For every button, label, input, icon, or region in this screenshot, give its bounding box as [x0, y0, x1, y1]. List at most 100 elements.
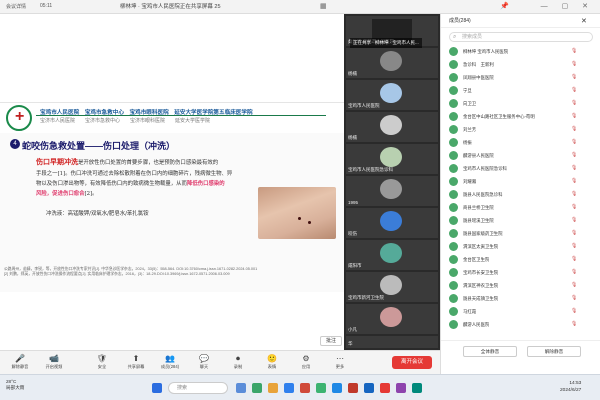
member-row[interactable]: 刘耀瀚 🎙 — [441, 176, 600, 188]
chat-button[interactable]: 💬 聊天 — [190, 353, 218, 373]
camera-icon: 📹 — [49, 354, 59, 363]
member-row[interactable]: 金台区卫生院 🎙 — [441, 254, 600, 266]
app-icon[interactable] — [316, 383, 326, 393]
member-row[interactable]: 宝鸡市人民医院急诊科 🎙 — [441, 163, 600, 175]
mic-muted-icon[interactable]: 🎙 — [571, 321, 581, 327]
member-row[interactable]: 陇县天成镇卫生院 🎙 — [441, 293, 600, 305]
video-tile[interactable]: 咸阳市 — [346, 240, 438, 270]
members-button[interactable]: 👥 成员(284) — [156, 353, 184, 373]
video-tile[interactable]: 杨楠 — [346, 48, 438, 78]
app-icon[interactable] — [252, 383, 262, 393]
start-icon[interactable] — [152, 383, 162, 393]
tab-members[interactable]: 成员(284) — [449, 17, 471, 24]
panel-footer: 全体静音 解除静音 — [441, 340, 600, 362]
windows-taskbar: 28°C 局部大雨 搜索 14:53 2024/6/27 — [0, 374, 600, 400]
apps-button[interactable]: ⚙ 应用 — [292, 353, 320, 373]
avatar — [449, 177, 458, 186]
mic-muted-icon[interactable]: 🎙 — [571, 282, 581, 288]
app-icon[interactable] — [348, 383, 358, 393]
meeting-app-icon[interactable] — [332, 383, 342, 393]
video-tile[interactable]: 咬伤 — [346, 208, 438, 238]
mic-muted-icon[interactable]: 🎙 — [571, 113, 581, 119]
close-icon[interactable]: ✕ — [581, 17, 587, 25]
member-row[interactable]: 急诊科 王新利 🎙 — [441, 59, 600, 71]
member-row[interactable]: 凤翔县中医医院 🎙 — [441, 72, 600, 84]
member-row[interactable]: 金台区中山路社区卫生服务中心-苟明 🎙 — [441, 111, 600, 123]
browser-icon[interactable] — [284, 383, 294, 393]
weather-widget[interactable]: 28°C 局部大雨 — [6, 379, 24, 391]
member-row[interactable]: 宁旦 🎙 — [441, 85, 600, 97]
leave-meeting-button[interactable]: 离开会议 — [392, 356, 432, 369]
pin-icon[interactable]: 📌 — [500, 2, 509, 10]
mic-muted-icon[interactable]: 🎙 — [571, 139, 581, 145]
video-tile[interactable]: 宝鸡市人民医院急诊科 — [346, 144, 438, 174]
mic-muted-icon[interactable]: 🎙 — [571, 191, 581, 197]
mic-muted-icon[interactable]: 🎙 — [571, 243, 581, 249]
start-video-button[interactable]: 📹 开启视频 — [40, 353, 68, 373]
word-icon[interactable] — [364, 383, 374, 393]
mic-muted-icon[interactable]: 🎙 — [571, 256, 581, 262]
more-button[interactable]: ⋯ 更多 — [326, 353, 354, 373]
bite-mark — [308, 221, 311, 224]
app-icon[interactable] — [300, 383, 310, 393]
mic-muted-icon[interactable]: 🎙 — [571, 204, 581, 210]
video-tile[interactable]: 1995 — [346, 176, 438, 206]
video-tile[interactable]: 杨楠 — [346, 112, 438, 142]
mic-muted-icon[interactable]: 🎙 — [571, 100, 581, 106]
member-row[interactable]: 陇县瑶溪卫生院 🎙 — [441, 215, 600, 227]
mic-muted-icon[interactable]: 🎙 — [571, 230, 581, 236]
member-row[interactable]: 渭滨区神农卫生院 🎙 — [441, 280, 600, 292]
mic-muted-icon[interactable]: 🎙 — [571, 48, 581, 54]
app-name[interactable]: 会议详情 — [6, 3, 26, 10]
member-row[interactable]: 马红霞 🎙 — [441, 306, 600, 318]
member-row[interactable]: 商县兰桥卫生院 🎙 — [441, 202, 600, 214]
member-row[interactable]: 陇县国家级药卫生院 🎙 — [441, 228, 600, 240]
unmute-all-button[interactable]: 解除静音 — [527, 346, 581, 357]
app-icon[interactable] — [412, 383, 422, 393]
member-row[interactable]: 刘兰芳 🎙 — [441, 124, 600, 136]
record-button[interactable]: ⏺ 录制 — [224, 353, 252, 373]
app-icon[interactable] — [236, 383, 246, 393]
member-row[interactable]: 杨振 🎙 — [441, 137, 600, 149]
video-tile[interactable]: 宝鸡市人民医院 — [346, 80, 438, 110]
member-row[interactable]: 柳林坤 宝鸡市人民医院 🎙 — [441, 46, 600, 58]
member-row[interactable]: 向卫卫 🎙 — [441, 98, 600, 110]
unmute-button[interactable]: 🎤 解除静音 — [6, 353, 34, 373]
mic-muted-icon[interactable]: 🎙 — [571, 178, 581, 184]
avatar — [449, 242, 458, 251]
mic-muted-icon[interactable]: 🎙 — [571, 269, 581, 275]
annotate-button[interactable]: 批注 — [320, 336, 342, 346]
member-row[interactable]: 渭滨区太寅卫生院 🎙 — [441, 241, 600, 253]
mic-muted-icon[interactable]: 🎙 — [571, 152, 581, 158]
mic-muted-icon[interactable]: 🎙 — [571, 87, 581, 93]
folder-icon[interactable] — [268, 383, 278, 393]
mic-muted-icon[interactable]: 🎙 — [571, 295, 581, 301]
more-icon: ⋯ — [336, 354, 344, 363]
app-icon[interactable] — [396, 383, 406, 393]
mic-muted-icon[interactable]: 🎙 — [571, 126, 581, 132]
reactions-button[interactable]: 🙂 表情 — [258, 353, 286, 373]
video-tile[interactable]: 华 — [346, 336, 438, 348]
view-icon[interactable]: ▦ — [320, 2, 327, 10]
mic-muted-icon[interactable]: 🎙 — [571, 308, 581, 314]
video-tile[interactable]: 宝鸡市新河卫生院 — [346, 272, 438, 302]
member-row[interactable]: 麟游人民医院 🎙 — [441, 319, 600, 331]
member-row[interactable]: 麟游县人民医院 🎙 — [441, 150, 600, 162]
mic-muted-icon[interactable]: 🎙 — [571, 74, 581, 80]
window-controls[interactable]: — ▢ ✕ — [541, 2, 594, 10]
video-strip[interactable]: 桑佐坤 宝鸡市人民医院 ... 杨楠 宝鸡市人民医院 杨楠 宝鸡市人民医院急诊科… — [344, 14, 440, 350]
system-clock[interactable]: 14:53 2024/6/27 — [560, 380, 581, 394]
member-row[interactable]: 宝鸡市长安卫生院 🎙 — [441, 267, 600, 279]
security-button[interactable]: 🛡 安全 — [88, 353, 116, 373]
video-tile[interactable]: 小凡 — [346, 304, 438, 334]
share-screen-button[interactable]: ⬆ 共享屏幕 — [122, 353, 150, 373]
mute-all-button[interactable]: 全体静音 — [463, 346, 517, 357]
slide-references: 公路周州，苗婧，李锐，等，开放性伤口冲洗专家共识[J]. 中华急诊医学杂志，20… — [4, 267, 258, 276]
mic-muted-icon[interactable]: 🎙 — [571, 217, 581, 223]
taskbar-search[interactable]: 搜索 — [168, 382, 228, 394]
member-search-input[interactable]: ⌕ 搜索成员 — [449, 32, 593, 42]
app-icon[interactable] — [380, 383, 390, 393]
mic-muted-icon[interactable]: 🎙 — [571, 165, 581, 171]
mic-muted-icon[interactable]: 🎙 — [571, 61, 581, 67]
member-row[interactable]: 陇县人民医院急诊科 🎙 — [441, 189, 600, 201]
